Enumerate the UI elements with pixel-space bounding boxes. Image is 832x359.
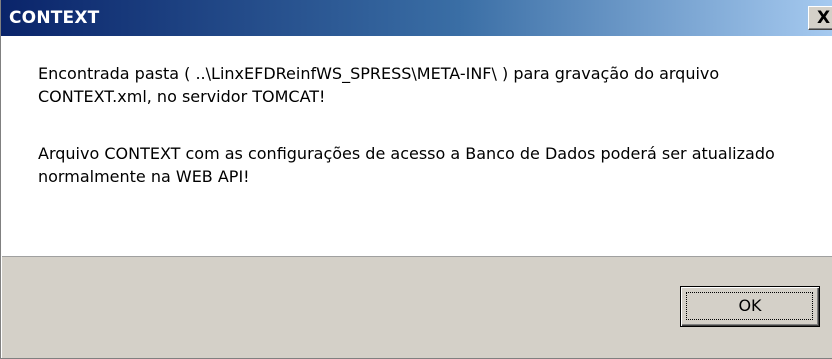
ok-button-label: OK bbox=[738, 296, 762, 315]
message-text-database: Arquivo CONTEXT com as configurações de … bbox=[38, 144, 775, 186]
message-text-folder: Encontrada pasta ( ..\LinxEFDReinfWS_SPR… bbox=[38, 64, 720, 106]
ok-button[interactable]: OK bbox=[680, 286, 820, 327]
close-button[interactable]: X bbox=[808, 6, 832, 30]
message-dialog: CONTEXT X Encontrada pasta ( ..\LinxEFDR… bbox=[0, 0, 832, 359]
title-bar[interactable]: CONTEXT X bbox=[1, 0, 832, 36]
close-icon: X bbox=[817, 8, 831, 28]
window-title: CONTEXT bbox=[9, 8, 100, 28]
